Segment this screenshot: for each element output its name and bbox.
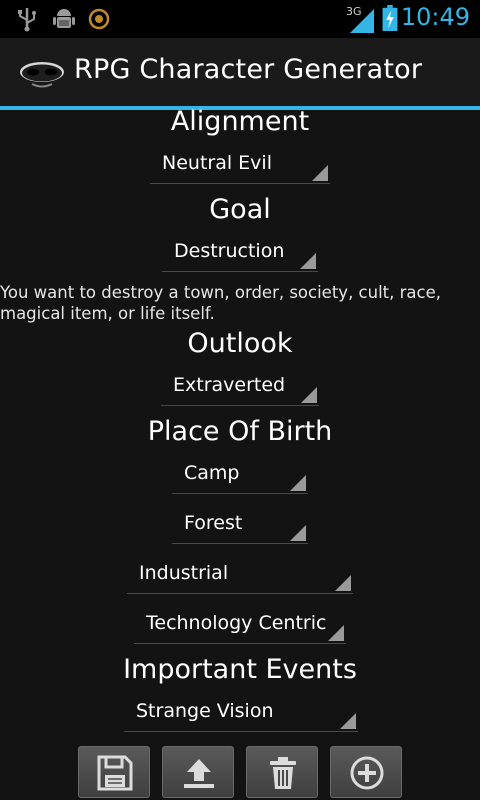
usb-icon (18, 8, 36, 32)
delete-icon (270, 757, 296, 789)
place-of-birth-value: Forest (184, 512, 243, 534)
alignment-value: Neutral Evil (162, 152, 272, 174)
place-of-birth-spinner-1[interactable]: Camp (172, 460, 308, 494)
save-button[interactable] (78, 746, 150, 798)
screen: 3G 10:49 RPG Character Generator Alignme… (0, 0, 480, 800)
dropdown-arrow-icon (312, 165, 328, 181)
battery-charging-icon (382, 5, 398, 31)
place-of-birth-heading: Place Of Birth (147, 416, 333, 447)
dropdown-arrow-icon (340, 713, 356, 729)
place-of-birth-value: Technology Centric (146, 612, 327, 634)
goal-value: Destruction (174, 240, 285, 262)
place-of-birth-spinner-2[interactable]: Forest (172, 510, 308, 544)
mask-icon (20, 62, 64, 88)
save-icon (97, 755, 133, 791)
goal-description: You want to destroy a town, order, socie… (0, 283, 441, 323)
alignment-heading: Alignment (170, 106, 310, 137)
dropdown-arrow-icon (290, 525, 306, 541)
place-of-birth-spinner-4[interactable]: Technology Centric (134, 610, 346, 644)
bottom-toolbar (0, 742, 480, 800)
outlook-heading: Outlook (187, 328, 293, 359)
place-of-birth-value: Camp (184, 462, 240, 484)
android-debug-icon (53, 9, 75, 28)
outlook-spinner[interactable]: Extraverted (161, 372, 319, 406)
delete-button[interactable] (246, 746, 318, 798)
signal-icon (350, 9, 374, 33)
goal-spinner[interactable]: Destruction (162, 238, 318, 272)
place-of-birth-value: Industrial (139, 562, 229, 584)
add-button[interactable] (330, 746, 402, 798)
app-title: RPG Character Generator (74, 54, 423, 85)
dropdown-arrow-icon (328, 625, 344, 641)
important-events-spinner[interactable]: Strange Vision (124, 698, 358, 732)
clock: 10:49 (400, 3, 470, 31)
dropdown-arrow-icon (300, 253, 316, 269)
dropdown-arrow-icon (290, 475, 306, 491)
add-icon (350, 756, 384, 790)
place-of-birth-spinner-3[interactable]: Industrial (127, 560, 353, 594)
status-bar: 3G 10:49 (0, 0, 480, 38)
character-details: Alignment Neutral Evil Goal Destruction … (0, 106, 480, 750)
important-events-heading: Important Events (123, 654, 357, 685)
share-upload-icon (184, 759, 214, 788)
action-bar: RPG Character Generator (0, 38, 480, 110)
sync-icon (88, 8, 110, 30)
outlook-value: Extraverted (173, 374, 286, 396)
important-events-value: Strange Vision (136, 700, 274, 722)
dropdown-arrow-icon (301, 387, 317, 403)
upload-button[interactable] (162, 746, 234, 798)
alignment-spinner[interactable]: Neutral Evil (150, 150, 330, 184)
goal-heading: Goal (209, 194, 271, 225)
dropdown-arrow-icon (335, 575, 351, 591)
